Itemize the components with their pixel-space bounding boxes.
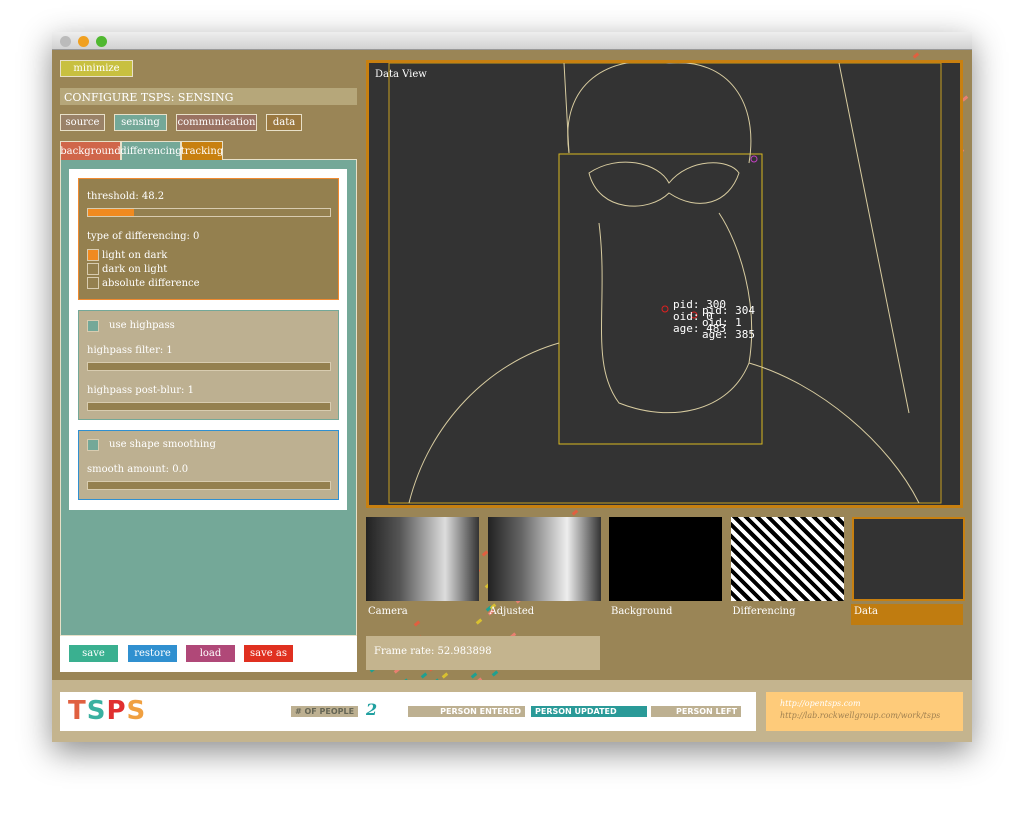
threshold-label: threshold: 48.2 [87,191,165,202]
configure-header: CONFIGURE TSPS: SENSING [60,88,357,105]
people-count-label: # OF PEOPLE [291,706,359,717]
thumb-label: Differencing [732,606,796,617]
minimize-button[interactable]: minimize [60,60,133,77]
close-button[interactable] [60,36,71,47]
thumb-differencing[interactable] [730,517,844,601]
data-view: Data View pid: 300 oid: 0 age: 483 pid: 304… [366,60,963,508]
person-updated-indicator: PERSON UPDATED [531,706,647,717]
threshold-slider[interactable] [87,208,331,217]
save-button[interactable]: save [69,645,118,662]
thumb-label: Background [611,606,673,617]
thumb-label: Adjusted [489,606,535,617]
thumb-background[interactable] [609,517,722,601]
tab-sensing[interactable]: sensing [114,114,167,131]
smooth-amount-slider[interactable] [87,481,331,490]
contour-drawing [388,63,942,504]
subtab-background[interactable]: background [60,141,121,160]
load-button[interactable]: load [186,645,235,662]
rockwell-link[interactable]: http://lab.rockwellgroup.com/work/tsps [780,711,949,720]
thumb-label: Camera [368,606,408,617]
tab-source[interactable]: source [60,114,105,131]
person-entered-indicator: PERSON ENTERED [408,706,525,717]
person-left-indicator: PERSON LEFT [651,706,741,717]
smoothing-checkbox[interactable] [87,439,99,451]
tab-communication[interactable]: communication [176,114,257,131]
differencing-group: threshold: 48.2 type of differencing: 0 … [78,178,339,300]
status-bar: TSPS # OF PEOPLE 2 PERSON ENTERED PERSON… [60,692,756,731]
highpass-checkbox[interactable] [87,320,99,332]
differencing-type-label: type of differencing: 0 [87,231,200,242]
subtab-tracking[interactable]: tracking [181,141,223,160]
minimize-window-button[interactable] [78,36,89,47]
highpass-filter-label: highpass filter: 1 [87,345,173,356]
differencing-option-label: dark on light [102,264,168,275]
frame-rate: Frame rate: 52.983898 [366,636,600,670]
links-box: http://opentsps.com http://lab.rockwellg… [766,692,963,731]
tsps-logo: TSPS [68,696,147,726]
thumb-data[interactable] [852,517,965,601]
thumb-adjusted[interactable] [487,517,601,601]
thumb-camera[interactable] [366,517,479,601]
differencing-radio[interactable] [87,249,99,261]
smooth-amount-label: smooth amount: 0.0 [87,464,189,475]
smoothing-group: use shape smoothing smooth amount: 0.0 [78,430,339,500]
differencing-radio[interactable] [87,277,99,289]
highpass-blur-label: highpass post-blur: 1 [87,385,194,396]
highpass-blur-slider[interactable] [87,402,331,411]
blob-label: pid: 304 oid: 1 age: 385 [702,304,755,341]
highpass-filter-slider[interactable] [87,362,331,371]
thumb-label: Data [854,606,878,617]
smoothing-toggle-label: use shape smoothing [109,439,216,450]
opentsps-link[interactable]: http://opentsps.com [780,699,949,708]
subtab-differencing[interactable]: differencing [120,141,182,160]
differencing-option-label: light on dark [102,250,168,261]
differencing-option-label: absolute difference [102,278,200,289]
tab-data[interactable]: data [266,114,302,131]
highpass-toggle-label: use highpass [109,320,175,331]
people-count: 2 [366,700,378,719]
zoom-window-button[interactable] [96,36,107,47]
highpass-group: use highpass highpass filter: 1 highpass… [78,310,339,420]
save-as-button[interactable]: save as [244,645,293,662]
differencing-radio[interactable] [87,263,99,275]
title-bar [52,32,972,50]
restore-button[interactable]: restore [128,645,177,662]
